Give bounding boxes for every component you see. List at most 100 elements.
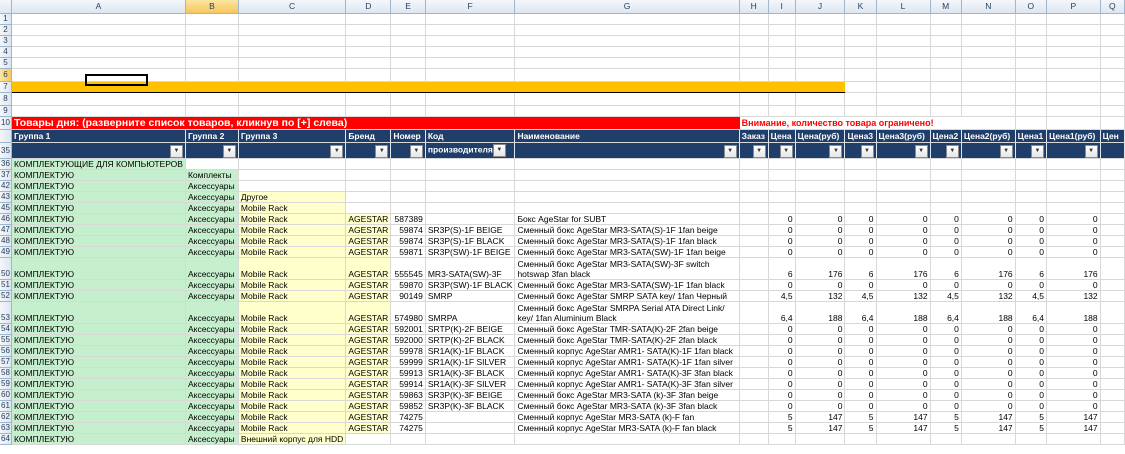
price-cell[interactable]: 0 xyxy=(876,356,931,368)
price-cell[interactable] xyxy=(844,180,877,192)
brand-cell[interactable] xyxy=(345,169,392,181)
cell[interactable] xyxy=(514,13,740,25)
price-cell[interactable]: 5 xyxy=(1015,411,1048,423)
cell[interactable] xyxy=(185,81,239,93)
vendor-code-cell[interactable] xyxy=(425,169,516,181)
group3-cell[interactable] xyxy=(238,158,347,170)
group1-cell[interactable]: КОМПЛЕКТУЮ xyxy=(11,367,186,379)
cell[interactable] xyxy=(876,81,931,93)
column-header-e[interactable]: E xyxy=(390,0,426,14)
row-header[interactable]: 51 xyxy=(0,279,12,291)
brand-cell[interactable]: AGESTAR xyxy=(345,411,392,423)
cell[interactable] xyxy=(876,46,931,58)
price-cell[interactable]: 0 xyxy=(795,224,846,236)
price-cell[interactable] xyxy=(930,202,962,214)
cell[interactable] xyxy=(514,92,740,106)
column-header-m[interactable]: M xyxy=(930,0,962,14)
group2-cell[interactable]: Аксессуары xyxy=(185,180,239,192)
cell[interactable] xyxy=(11,105,186,117)
name-cell[interactable]: Сменный корпус AgeStar AMR1- SATA(K)-1F … xyxy=(514,345,740,357)
price-cell[interactable]: 5 xyxy=(844,422,877,434)
price-cell[interactable]: 0 xyxy=(961,345,1016,357)
row-header[interactable]: 9 xyxy=(0,105,12,117)
cell[interactable] xyxy=(425,13,516,25)
price-cell[interactable]: 0 xyxy=(795,279,846,291)
order-cell[interactable] xyxy=(739,191,769,203)
group3-cell[interactable]: Mobile Rack xyxy=(238,323,347,335)
cell[interactable] xyxy=(795,13,846,25)
group2-cell[interactable]: Аксессуары xyxy=(185,400,239,412)
price-cell[interactable]: 0 xyxy=(795,367,846,379)
cell[interactable] xyxy=(514,57,740,69)
price-cell[interactable]: 0 xyxy=(768,323,796,335)
price-cell[interactable]: 0 xyxy=(844,400,877,412)
price-cell[interactable] xyxy=(961,169,1016,181)
brand-cell[interactable]: AGESTAR xyxy=(345,323,392,335)
cell[interactable] xyxy=(876,92,931,106)
cell[interactable] xyxy=(425,68,516,82)
cell[interactable] xyxy=(876,35,931,47)
group2-cell[interactable]: Аксессуары xyxy=(185,433,239,445)
group2-cell[interactable]: Аксессуары xyxy=(185,246,239,258)
cell[interactable] xyxy=(1100,46,1125,58)
number-cell[interactable] xyxy=(390,433,426,445)
price-cell[interactable]: 0 xyxy=(1046,213,1101,225)
cell[interactable] xyxy=(739,81,769,93)
price-cell[interactable]: 0 xyxy=(961,356,1016,368)
cell[interactable] xyxy=(345,24,392,36)
cell[interactable] xyxy=(238,68,347,82)
price-cell[interactable]: 6 xyxy=(1015,257,1048,280)
price-cell[interactable]: 0 xyxy=(1015,235,1048,247)
price-cell[interactable]: 176 xyxy=(876,257,931,280)
cell[interactable] xyxy=(1100,323,1125,335)
filter-dropdown-icon[interactable]: ▼ xyxy=(945,144,959,158)
row-header[interactable]: 59 xyxy=(0,378,12,390)
price-cell[interactable] xyxy=(930,158,962,170)
brand-cell[interactable]: AGESTAR xyxy=(345,345,392,357)
cell[interactable] xyxy=(876,105,931,117)
cell[interactable] xyxy=(961,105,1016,117)
cell[interactable] xyxy=(238,13,347,25)
vendor-code-cell[interactable]: SMRP xyxy=(425,290,516,302)
group2-cell[interactable]: Аксессуары xyxy=(185,202,239,214)
cell[interactable] xyxy=(844,68,877,82)
cell[interactable] xyxy=(185,13,239,25)
cell[interactable] xyxy=(739,92,769,106)
brand-cell[interactable]: AGESTAR xyxy=(345,290,392,302)
brand-cell[interactable]: AGESTAR xyxy=(345,224,392,236)
order-cell[interactable] xyxy=(739,180,769,192)
price-cell[interactable]: 0 xyxy=(961,389,1016,401)
number-cell[interactable]: 74275 xyxy=(390,422,426,434)
cell[interactable] xyxy=(961,68,1016,82)
price-cell[interactable]: 147 xyxy=(795,422,846,434)
cell[interactable] xyxy=(11,46,186,58)
price-cell[interactable]: 0 xyxy=(876,323,931,335)
price-cell[interactable]: 0 xyxy=(1046,400,1101,412)
group2-cell[interactable]: Аксессуары xyxy=(185,323,239,335)
cell[interactable] xyxy=(768,92,796,106)
price-cell[interactable] xyxy=(930,169,962,181)
group1-cell[interactable]: КОМПЛЕКТУЮЩИЕ ДЛЯ КОМПЬЮТЕРОВ xyxy=(11,158,186,170)
cell[interactable] xyxy=(739,105,769,117)
group2-cell[interactable]: Аксессуары xyxy=(185,378,239,390)
cell[interactable] xyxy=(1100,180,1125,192)
price-cell[interactable]: 0 xyxy=(930,235,962,247)
cell[interactable] xyxy=(844,92,877,106)
group2-cell[interactable]: Аксессуары xyxy=(185,422,239,434)
brand-cell[interactable]: AGESTAR xyxy=(345,246,392,258)
price-cell[interactable]: 0 xyxy=(961,323,1016,335)
price-cell[interactable]: 0 xyxy=(768,389,796,401)
cell[interactable] xyxy=(1015,35,1048,47)
price-cell[interactable]: 0 xyxy=(930,400,962,412)
order-cell[interactable] xyxy=(739,301,769,324)
group2-cell[interactable]: Аксессуары xyxy=(185,356,239,368)
cell[interactable] xyxy=(1100,389,1125,401)
group3-cell[interactable]: Mobile Rack xyxy=(238,235,347,247)
cell[interactable] xyxy=(844,13,877,25)
row-header[interactable]: 60 xyxy=(0,389,12,401)
cell[interactable] xyxy=(844,105,877,117)
cell[interactable] xyxy=(930,105,962,117)
group1-cell[interactable]: КОМПЛЕКТУЮ xyxy=(11,279,186,291)
cell[interactable] xyxy=(1046,81,1101,93)
cell[interactable] xyxy=(1100,246,1125,258)
